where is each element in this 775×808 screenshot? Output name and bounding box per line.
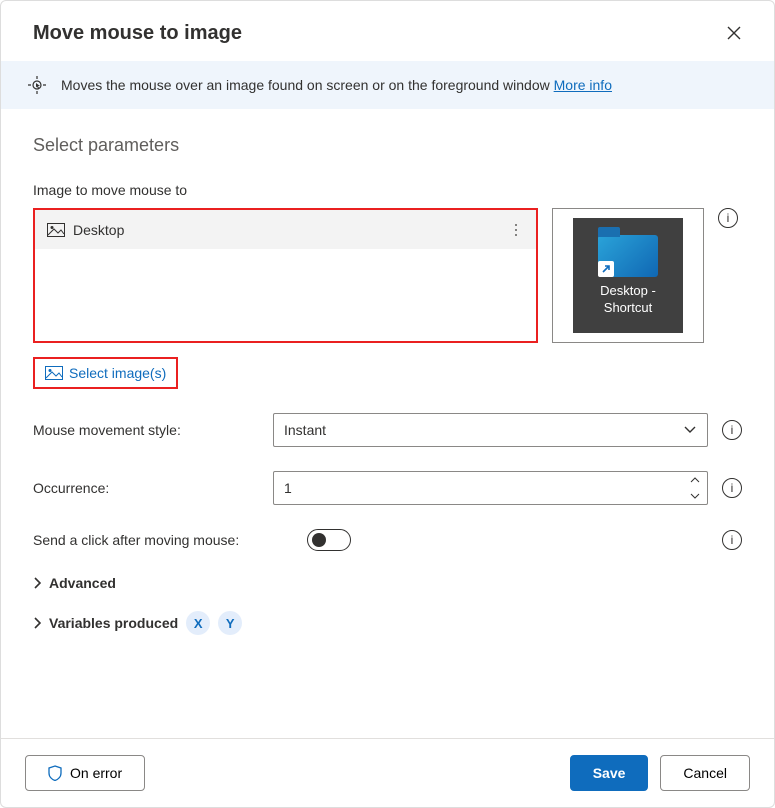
mouse-target-icon bbox=[27, 75, 47, 95]
chevron-down-icon bbox=[690, 493, 700, 499]
preview-label: Desktop - Shortcut bbox=[600, 283, 656, 317]
image-icon bbox=[47, 223, 65, 237]
cancel-button[interactable]: Cancel bbox=[660, 755, 750, 791]
image-list-item[interactable]: Desktop bbox=[35, 210, 536, 250]
banner-description: Moves the mouse over an image found on s… bbox=[61, 77, 554, 93]
image-item-menu-button[interactable] bbox=[508, 224, 524, 236]
on-error-label: On error bbox=[70, 765, 122, 781]
section-title: Select parameters bbox=[33, 135, 742, 156]
info-icon[interactable]: i bbox=[722, 478, 742, 498]
info-icon[interactable]: i bbox=[718, 208, 738, 228]
toggle-knob bbox=[312, 533, 326, 547]
dialog-footer: On error Save Cancel bbox=[1, 738, 774, 807]
advanced-label: Advanced bbox=[49, 575, 116, 591]
variable-chip-y[interactable]: Y bbox=[218, 611, 242, 635]
close-button[interactable] bbox=[720, 19, 748, 47]
image-selection-area: Desktop Desktop - Shortcut bbox=[33, 208, 742, 343]
select-images-label: Select image(s) bbox=[69, 365, 166, 381]
image-field-label: Image to move mouse to bbox=[33, 182, 742, 198]
send-click-toggle[interactable] bbox=[307, 529, 351, 551]
shield-icon bbox=[48, 765, 62, 781]
mouse-style-value: Instant bbox=[284, 422, 326, 438]
advanced-expander[interactable]: Advanced bbox=[33, 575, 742, 591]
title-bar: Move mouse to image bbox=[1, 1, 774, 61]
occurrence-label: Occurrence: bbox=[33, 480, 259, 496]
send-click-row: Send a click after moving mouse: i bbox=[33, 529, 742, 551]
image-list[interactable]: Desktop bbox=[33, 208, 538, 343]
on-error-button[interactable]: On error bbox=[25, 755, 145, 791]
image-preview-thumbnail: Desktop - Shortcut bbox=[573, 218, 683, 333]
dialog-title: Move mouse to image bbox=[33, 22, 242, 45]
chevron-right-icon bbox=[33, 577, 41, 589]
dialog-body: Select parameters Image to move mouse to… bbox=[1, 109, 774, 738]
info-banner: Moves the mouse over an image found on s… bbox=[1, 61, 774, 109]
image-item-name: Desktop bbox=[73, 222, 124, 238]
chevron-right-icon bbox=[33, 617, 41, 629]
variable-chip-x[interactable]: X bbox=[186, 611, 210, 635]
shortcut-arrow-icon bbox=[598, 261, 614, 277]
info-icon[interactable]: i bbox=[722, 530, 742, 550]
save-button[interactable]: Save bbox=[570, 755, 649, 791]
occurrence-value: 1 bbox=[284, 480, 683, 496]
close-icon bbox=[727, 26, 741, 40]
select-images-button[interactable]: Select image(s) bbox=[33, 357, 178, 389]
occurrence-row: Occurrence: 1 i bbox=[33, 471, 742, 505]
variables-produced-expander[interactable]: Variables produced X Y bbox=[33, 611, 742, 635]
dialog: Move mouse to image Moves the mouse over… bbox=[0, 0, 775, 808]
mouse-style-select[interactable]: Instant bbox=[273, 413, 708, 447]
chevron-up-icon bbox=[690, 477, 700, 483]
image-preview: Desktop - Shortcut bbox=[552, 208, 704, 343]
info-banner-text: Moves the mouse over an image found on s… bbox=[61, 77, 612, 93]
mouse-style-label: Mouse movement style: bbox=[33, 422, 259, 438]
info-icon[interactable]: i bbox=[722, 420, 742, 440]
variables-produced-label: Variables produced bbox=[49, 615, 178, 631]
occurrence-stepper[interactable]: 1 bbox=[273, 471, 708, 505]
more-info-link[interactable]: More info bbox=[554, 77, 612, 93]
image-icon bbox=[45, 366, 63, 380]
mouse-style-row: Mouse movement style: Instant i bbox=[33, 413, 742, 447]
stepper-down-button[interactable] bbox=[683, 488, 707, 504]
folder-icon bbox=[598, 235, 658, 277]
stepper-up-button[interactable] bbox=[683, 472, 707, 488]
chevron-down-icon bbox=[683, 425, 697, 435]
send-click-label: Send a click after moving mouse: bbox=[33, 532, 293, 548]
